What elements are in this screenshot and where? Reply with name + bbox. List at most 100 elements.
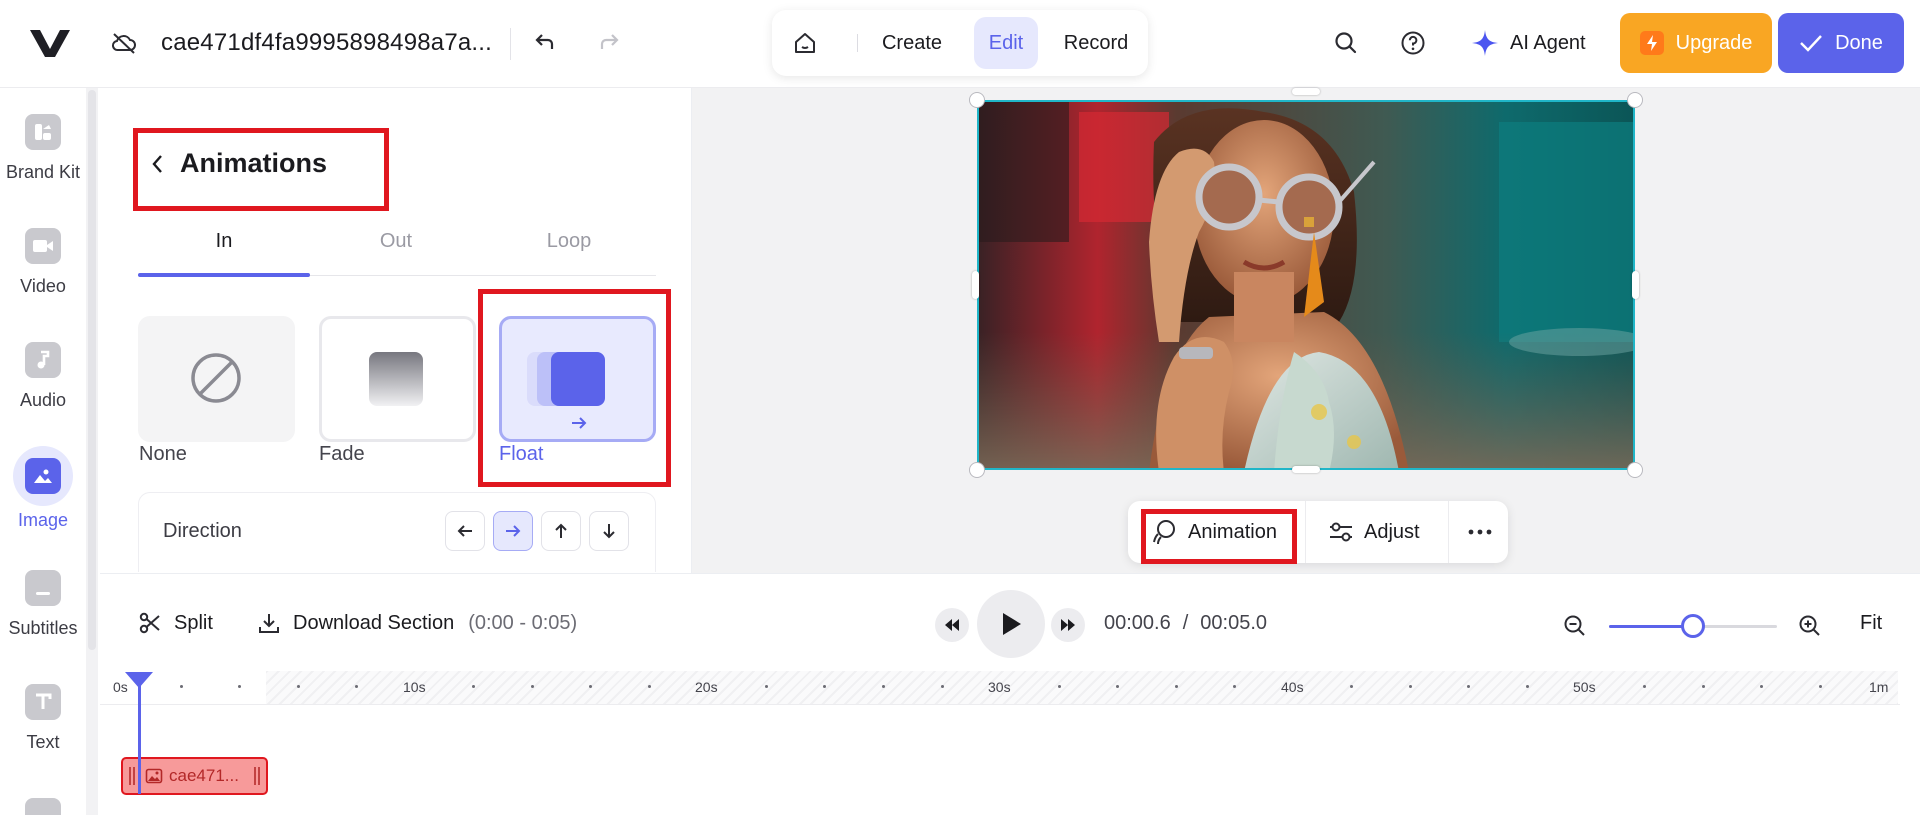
zoom-out-icon[interactable] — [1562, 613, 1588, 639]
cloud-sync-off-icon — [111, 33, 136, 54]
upgrade-label: Upgrade — [1675, 31, 1753, 54]
preset-fade-card[interactable] — [319, 316, 476, 442]
zoom-slider-knob[interactable] — [1681, 614, 1705, 638]
arrow-right-icon — [506, 525, 521, 537]
brand-kit-icon — [25, 114, 61, 150]
ai-agent-button[interactable]: AI Agent — [1470, 26, 1586, 60]
ruler-label: 30s — [988, 679, 1011, 695]
ruler-tick — [647, 685, 651, 688]
clip-trim-handle-left[interactable] — [129, 767, 135, 785]
rail-item-more[interactable] — [0, 798, 86, 815]
arrow-down-icon — [603, 524, 615, 539]
ruler-label: 50s — [1573, 679, 1596, 695]
rail-item-label: Image — [17, 510, 69, 530]
file-name[interactable]: cae471df4fa9995898498a7a... — [161, 29, 492, 57]
ruler-tick — [1701, 685, 1705, 688]
play-icon — [1003, 613, 1021, 635]
direction-down-button[interactable] — [589, 511, 629, 551]
resize-handle-bottom-left[interactable] — [969, 462, 985, 478]
highlight-box — [133, 128, 389, 211]
ruler-tick — [1174, 685, 1178, 688]
mode-edit-button[interactable]: Edit — [974, 17, 1038, 69]
divider — [1305, 501, 1306, 563]
ruler-tick — [179, 685, 183, 688]
resize-handle-top[interactable] — [1292, 88, 1320, 95]
rail-item-image[interactable]: Image — [0, 446, 86, 531]
tab-active-indicator — [138, 273, 310, 277]
rail-item-video[interactable]: Video — [0, 228, 86, 297]
ruler-tick — [1818, 685, 1822, 688]
ai-agent-label: AI Agent — [1510, 31, 1586, 54]
rail-item-audio[interactable]: Audio — [0, 342, 86, 411]
music-note-icon — [25, 342, 61, 378]
download-label: Download Section — [293, 611, 455, 634]
rail-item-label: Text — [26, 732, 60, 752]
rail-scrollbar-thumb[interactable] — [88, 90, 96, 650]
help-icon[interactable] — [1400, 30, 1426, 56]
home-icon[interactable] — [792, 30, 818, 56]
ruler-label: 40s — [1281, 679, 1304, 695]
scissors-icon — [139, 612, 160, 634]
current-time: 00:00.6 — [1104, 612, 1171, 634]
subtitles-icon — [25, 570, 61, 606]
search-icon[interactable] — [1333, 30, 1359, 56]
direction-right-button[interactable] — [493, 511, 533, 551]
rewind-button[interactable] — [935, 608, 969, 642]
fit-button[interactable]: Fit — [1860, 612, 1882, 635]
resize-handle-right[interactable] — [1632, 271, 1639, 299]
playhead-line[interactable] — [138, 676, 141, 794]
download-section-button[interactable]: Download Section (0:00 - 0:05) — [257, 611, 577, 635]
highlight-box — [478, 289, 671, 487]
mode-create-button[interactable]: Create — [876, 17, 948, 69]
lightning-icon — [1639, 31, 1664, 55]
mode-record-button[interactable]: Record — [1056, 17, 1136, 69]
time-separator: / — [1182, 612, 1189, 634]
split-button[interactable]: Split — [138, 611, 213, 635]
divider — [1448, 501, 1449, 563]
done-button[interactable]: Done — [1778, 13, 1904, 73]
tab-in[interactable]: In — [138, 230, 310, 253]
split-label: Split — [174, 611, 213, 634]
rail-item-text[interactable]: Text — [0, 684, 86, 753]
more-options-icon[interactable] — [1466, 519, 1494, 545]
upgrade-button[interactable]: Upgrade — [1620, 13, 1772, 73]
download-range: (0:00 - 0:05) — [468, 611, 578, 634]
ruler-label: 10s — [403, 679, 426, 695]
rail-item-brand-kit[interactable]: Brand Kit — [0, 114, 86, 183]
undo-icon[interactable] — [530, 29, 560, 59]
app-logo-icon[interactable] — [28, 27, 72, 59]
zoom-in-icon[interactable] — [1797, 613, 1823, 639]
total-time: 00:05.0 — [1200, 612, 1268, 634]
preset-fade-label: Fade — [319, 443, 365, 465]
direction-left-button[interactable] — [445, 511, 485, 551]
preset-none-card[interactable] — [138, 316, 295, 442]
play-button[interactable] — [977, 590, 1045, 658]
selected-image[interactable] — [977, 100, 1635, 470]
adjust-button[interactable]: Adjust — [1328, 501, 1420, 563]
direction-up-button[interactable] — [541, 511, 581, 551]
tab-loop[interactable]: Loop — [483, 230, 655, 253]
fade-preview-icon — [369, 352, 423, 406]
image-clip[interactable]: cae471... — [121, 757, 268, 795]
rail-item-label: Subtitles — [8, 618, 78, 638]
sparkle-icon — [1472, 30, 1498, 56]
playhead-handle[interactable] — [125, 672, 153, 688]
redo-icon[interactable] — [594, 29, 624, 59]
resize-handle-bottom[interactable] — [1292, 466, 1320, 473]
ruler-baseline — [100, 704, 1900, 705]
resize-handle-bottom-right[interactable] — [1627, 462, 1643, 478]
ruler-label: 1m — [1869, 679, 1889, 695]
clip-trim-handle-right[interactable] — [254, 767, 260, 785]
ruler-tick — [940, 685, 944, 688]
preset-none-label: None — [139, 443, 187, 465]
resize-handle-left[interactable] — [972, 271, 979, 299]
resize-handle-top-left[interactable] — [969, 92, 985, 108]
image-icon — [145, 768, 163, 784]
arrow-up-icon — [555, 523, 567, 538]
fast-forward-icon — [1061, 619, 1075, 631]
tab-out[interactable]: Out — [310, 230, 482, 253]
timeline-ruler[interactable] — [266, 671, 1898, 704]
resize-handle-top-right[interactable] — [1627, 92, 1643, 108]
rail-item-subtitles[interactable]: Subtitles — [0, 570, 86, 639]
fast-forward-button[interactable] — [1051, 608, 1085, 642]
